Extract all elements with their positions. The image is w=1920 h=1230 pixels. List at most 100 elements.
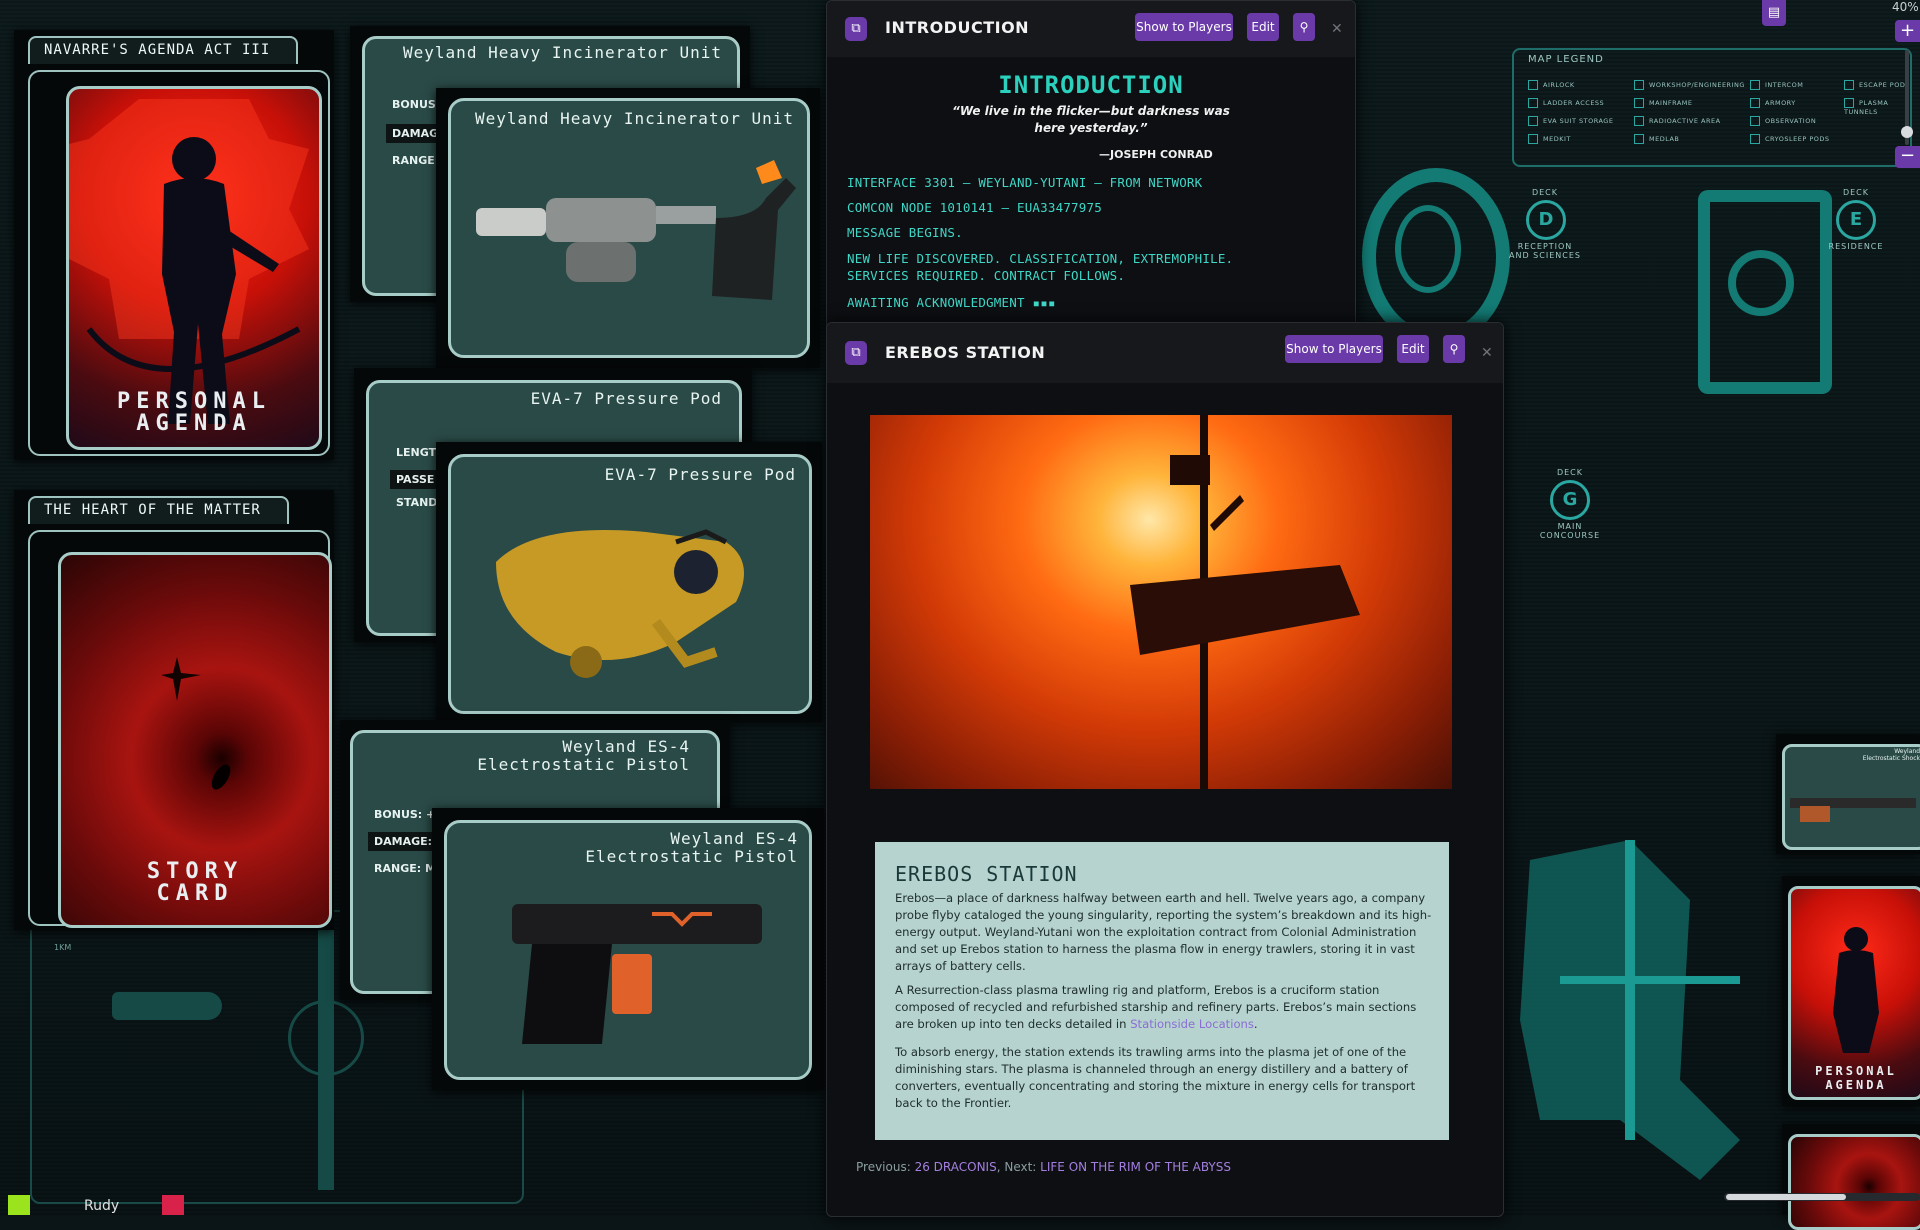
deck-d-icon: D [1526,200,1566,240]
legend-item: INTERCOM [1750,80,1803,90]
pistol-card-front[interactable]: Weyland ES-4 Electrostatic Pistol [432,808,824,1090]
description-paragraph: To absorb energy, the station extends it… [895,1045,1416,1110]
map-shuttle [112,992,222,1020]
plus-icon: + [1899,20,1916,41]
deck-name-line1: MAIN [1557,522,1583,531]
shock-rifle-icon [1790,798,1916,822]
small-weapon-card[interactable]: Weyland Electrostatic Shock [1776,734,1920,854]
zoom-in-button[interactable]: + [1895,20,1920,42]
search-icon: ⚲ [1299,20,1309,34]
small-story-card-peek[interactable] [1782,1124,1920,1230]
agenda-artwork: PERSONAL AGENDA [66,86,322,450]
stat-length-label: LENGT [396,446,437,459]
legend-item: RADIOACTIVE AREA [1634,116,1721,126]
deck-name-line2: AND SCIENCES [1509,251,1581,260]
legend-item: WORKSHOP/ENGINEERING [1634,80,1745,90]
legend-item: ESCAPE POD [1844,80,1905,90]
legend-item: MEDLAB [1634,134,1679,144]
self-color-swatch[interactable] [8,1195,30,1215]
journal-button[interactable]: ▤ [1762,0,1786,26]
quote-line2: here yesterday.” [1034,121,1148,135]
item-card-title: EVA-7 Pressure Pod [604,465,796,484]
eva-card-front[interactable]: EVA-7 Pressure Pod [436,442,822,722]
player-name: Rudy [84,1198,120,1214]
stat-range-label: RANGE: M [374,862,436,875]
next-link[interactable]: LIFE ON THE RIM OF THE ABYSS [1040,1160,1231,1174]
handout-icon[interactable]: ⧉ [845,341,867,365]
stationside-locations-link[interactable]: Stationside Locations [1130,1017,1254,1031]
item-card-title: Weyland Heavy Incinerator Unit [475,109,794,128]
description-paragraph: Erebos—a place of darkness halfway betwe… [895,891,1432,973]
player-color-swatch[interactable] [162,1195,184,1215]
legend-item: MEDKIT [1528,134,1571,144]
introduction-window[interactable]: ⧉ INTRODUCTION Show to Players Edit ⚲ ✕ … [826,0,1356,332]
handout-icon[interactable]: ⧉ [845,17,867,41]
pistol-weapon-icon [512,904,762,1044]
terminal-line: AWAITING ACKNOWLEDGMENT ▪▪▪ [847,295,1056,310]
legend-item: ARMORY [1750,98,1796,108]
title-line1: Weyland ES-4 [562,737,690,756]
intro-heading: INTRODUCTION [998,71,1184,99]
map-deck-e-core [1728,250,1794,316]
edit-button[interactable]: Edit [1397,335,1429,363]
stat-bonus-label: BONUS: + [374,808,436,821]
small-agenda-card[interactable]: PERSONAL AGENDA [1782,876,1920,1106]
deck-name-line1: RECEPTION [1517,242,1573,251]
deck-e-name: RESIDENCE [1828,242,1884,251]
terminal-line: SERVICES REQUIRED. CONTRACT FOLLOWS. [847,268,1126,283]
map-scale-label: 1KM [54,943,72,952]
show-to-players-button[interactable]: Show to Players [1285,335,1383,363]
deck-g-icon: G [1550,480,1590,520]
title-line1: Weyland [1894,748,1920,755]
close-icon[interactable]: ✕ [1331,21,1343,37]
story-artwork [1788,1134,1920,1230]
agenda-artwork: PERSONAL AGENDA [1788,886,1920,1100]
item-card-title: Weyland Heavy Incinerator Unit [403,43,722,62]
personal-agenda-card[interactable]: NAVARRE'S AGENDA ACT III PERSONAL AGENDA [14,30,334,460]
map-legend: MAP LEGEND AIRLOCK LADDER ACCESS EVA SUI… [1512,48,1912,167]
space-station-silhouette-icon [1130,415,1360,789]
incinerator-weapon-icon [476,160,796,300]
legend-item: PLASMA TUNNELS [1844,98,1910,116]
story-artwork: STORY CARD [58,552,332,928]
card-caption-line2: AGENDA [136,411,252,436]
edit-button[interactable]: Edit [1247,13,1279,41]
card-caption-line1: PERSONAL [1815,1064,1897,1078]
title-line2: Electrostatic Pistol [477,755,690,774]
zoom-slider-handle[interactable] [1901,126,1913,138]
stat-standard-label: STAND [396,496,438,509]
paragraph-text: . [1253,1017,1258,1031]
next-label: , Next: [996,1160,1041,1174]
search-icon: ⚲ [1449,342,1459,356]
close-icon[interactable]: ✕ [1481,345,1493,361]
map-deck-structure-lower [1520,840,1740,1180]
search-button[interactable]: ⚲ [1443,335,1465,363]
deck-d-name: RECEPTION AND SCIENCES [1500,242,1590,260]
intro-quote: “We live in the flicker—but darkness was… [827,103,1355,137]
stat-damage-label: DAMAGE: [368,832,439,851]
legend-item: LADDER ACCESS [1528,98,1604,108]
incinerator-card-front[interactable]: Weyland Heavy Incinerator Unit [436,88,820,368]
map-tower-ring [288,1000,364,1076]
prev-link[interactable]: 26 DRACONIS [915,1160,997,1174]
story-card[interactable]: THE HEART OF THE MATTER STORY CARD [14,490,334,930]
title-line2: Electrostatic Shock [1862,755,1920,762]
zoom-out-button[interactable]: − [1895,146,1920,168]
stat-passengers-label: PASSE [390,470,441,489]
show-to-players-button[interactable]: Show to Players [1135,13,1233,41]
small-card-title: Weyland Electrostatic Shock [1836,748,1920,762]
card-tab-title: THE HEART OF THE MATTER [28,496,289,524]
legend-item: AIRLOCK [1528,80,1575,90]
card-caption-line2: AGENDA [1825,1078,1887,1092]
horizontal-scrollbar-thumb[interactable] [1726,1194,1846,1200]
description-paragraph: A Resurrection-class plasma trawling rig… [895,982,1435,1033]
search-button[interactable]: ⚲ [1293,13,1315,41]
eva-pod-icon [496,529,744,678]
legend-item: EVA SUIT STORAGE [1528,116,1613,126]
terminal-line: COMCON NODE 1010141 — EUA33477975 [847,200,1102,215]
card-caption-line1: PERSONAL [117,389,271,414]
terminal-line: MESSAGE BEGINS. [847,225,963,240]
deck-d-word: DECK [1531,188,1559,197]
card-caption-line2: CARD [156,881,234,906]
document-icon: ▤ [1767,5,1781,20]
